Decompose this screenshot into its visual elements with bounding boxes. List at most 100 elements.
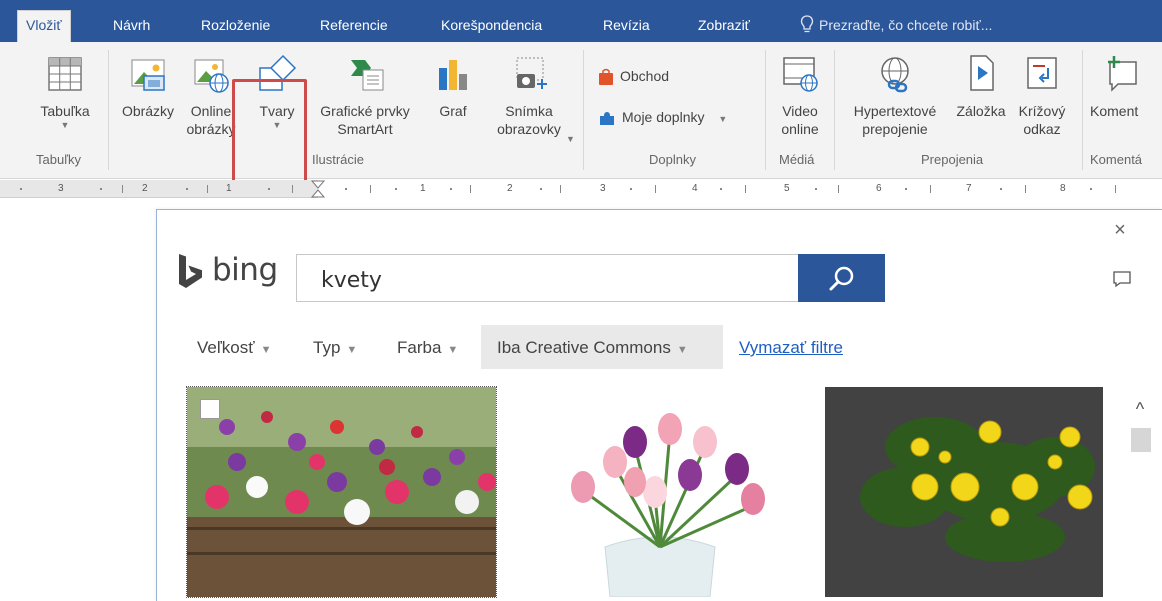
tab-review[interactable]: Revízia bbox=[603, 13, 650, 42]
ruler-mark bbox=[630, 188, 632, 190]
my-addins-label: Moje doplnky bbox=[622, 109, 705, 125]
ruler-mark bbox=[370, 185, 371, 193]
smartart-button[interactable]: Grafické prvky SmartArt bbox=[310, 54, 420, 138]
image-result[interactable] bbox=[505, 387, 816, 597]
filter-color[interactable]: Farba ▼ bbox=[397, 338, 458, 360]
search-button[interactable] bbox=[798, 254, 885, 302]
pictures-button[interactable]: Obrázky bbox=[115, 54, 181, 120]
filter-size-label: Veľkosť bbox=[197, 338, 255, 357]
ruler-mark bbox=[20, 188, 22, 190]
ruler-mark bbox=[450, 188, 452, 190]
ruler-number: 2 bbox=[142, 183, 148, 194]
close-icon[interactable]: × bbox=[1110, 220, 1130, 240]
filter-license[interactable]: Iba Creative Commons ▼ bbox=[497, 338, 688, 360]
ruler-mark bbox=[745, 185, 746, 193]
table-button[interactable]: Tabuľka ▼ bbox=[30, 54, 100, 130]
tell-me-search[interactable]: Prezraďte, čo chcete robiť... bbox=[819, 13, 992, 37]
group-label-illustrations: Ilustrácie bbox=[312, 152, 365, 167]
ruler-number: 3 bbox=[58, 183, 64, 194]
store-label: Obchod bbox=[620, 68, 670, 84]
online-pictures-button[interactable]: Online obrázky bbox=[184, 54, 238, 138]
group-label-tables: Tabuľky bbox=[36, 152, 81, 167]
ruler-mark bbox=[470, 185, 471, 193]
chevron-down-icon: ▼ bbox=[447, 344, 459, 356]
ruler-mark bbox=[1115, 185, 1116, 193]
image-result[interactable] bbox=[825, 387, 1103, 597]
ruler-mark bbox=[560, 185, 561, 193]
ruler-number: 8 bbox=[1060, 183, 1066, 194]
bing-logo-icon bbox=[179, 254, 202, 288]
flower-box-image bbox=[187, 387, 496, 597]
screenshot-button[interactable]: Snímka obrazovky bbox=[486, 54, 572, 138]
clear-filters-link[interactable]: Vymazať filtre bbox=[739, 338, 843, 358]
ruler-mark bbox=[930, 185, 931, 193]
tab-references[interactable]: Referencie bbox=[320, 13, 388, 42]
comment-button[interactable]: Koment bbox=[1090, 54, 1162, 120]
filter-type[interactable]: Typ ▼ bbox=[313, 338, 357, 360]
link-icon bbox=[881, 57, 909, 93]
video-label-2: online bbox=[781, 121, 819, 137]
horizontal-ruler[interactable]: 3 2 1 1 2 3 4 5 6 7 8 bbox=[0, 180, 1162, 198]
bookmark-icon bbox=[970, 55, 994, 91]
scroll-up-icon[interactable]: ^ bbox=[1130, 400, 1150, 418]
filter-type-label: Typ bbox=[313, 338, 341, 357]
ruler-text-area bbox=[318, 180, 1162, 198]
cross-reference-label-2: odkaz bbox=[1023, 121, 1061, 137]
ruler-number: 6 bbox=[876, 183, 882, 194]
group-divider bbox=[583, 50, 584, 170]
store-button[interactable]: Obchod bbox=[598, 66, 669, 86]
picture-icon bbox=[131, 59, 165, 91]
hyperlink-label-1: Hypertextové bbox=[853, 103, 937, 119]
chart-button[interactable]: Graf bbox=[431, 54, 475, 120]
filter-size[interactable]: Veľkosť ▼ bbox=[197, 338, 272, 360]
my-addins-button[interactable]: Moje doplnky ▼ bbox=[598, 107, 727, 129]
indent-marker-icon[interactable] bbox=[310, 180, 326, 198]
image-result[interactable] bbox=[187, 387, 496, 597]
cross-reference-button[interactable]: Krížový odkaz bbox=[1013, 54, 1071, 138]
group-label-links: Prepojenia bbox=[921, 152, 984, 167]
shapes-highlight-box bbox=[232, 79, 307, 187]
ruler-number: 4 bbox=[692, 183, 698, 194]
cross-reference-label-1: Krížový bbox=[1018, 103, 1066, 119]
ruler-number: 5 bbox=[784, 183, 790, 194]
chart-label: Graf bbox=[439, 103, 467, 119]
ruler-mark bbox=[1090, 188, 1092, 190]
filter-color-label: Farba bbox=[397, 338, 442, 357]
ruler-number: 1 bbox=[420, 183, 426, 194]
chevron-down-icon: ▼ bbox=[676, 344, 688, 356]
smartart-label-1: Grafické prvky bbox=[320, 103, 410, 119]
bookmark-label: Záložka bbox=[956, 103, 1006, 119]
hyperlink-button[interactable]: Hypertextové prepojenie bbox=[842, 54, 948, 138]
chevron-down-icon: ▼ bbox=[346, 344, 358, 356]
ruler-number: 1 bbox=[226, 183, 232, 194]
ribbon-insert-panel: Tabuľka ▼ Tabuľky Obrázky Online obrázky bbox=[0, 42, 1162, 187]
ruler-mark bbox=[720, 188, 722, 190]
bookmark-button[interactable]: Záložka bbox=[950, 54, 1012, 120]
tab-design[interactable]: Návrh bbox=[113, 13, 150, 42]
video-icon bbox=[783, 57, 818, 92]
chevron-down-icon: ▼ bbox=[566, 134, 575, 144]
ruler-mark bbox=[292, 185, 293, 193]
tab-layout[interactable]: Rozloženie bbox=[201, 13, 270, 42]
new-comment-icon bbox=[1108, 56, 1137, 92]
ruler-mark bbox=[815, 188, 817, 190]
tab-view[interactable]: Zobraziť bbox=[698, 13, 750, 42]
tab-mailings[interactable]: Korešpondencia bbox=[441, 13, 542, 42]
feedback-icon[interactable] bbox=[1112, 270, 1132, 288]
group-divider bbox=[765, 50, 766, 170]
ruler-number: 2 bbox=[507, 183, 513, 194]
search-input[interactable]: kvety bbox=[296, 254, 799, 302]
search-icon bbox=[829, 266, 854, 291]
online-video-button[interactable]: Video online bbox=[772, 54, 828, 138]
ruler-mark bbox=[1025, 185, 1026, 193]
ruler-mark bbox=[1000, 188, 1002, 190]
ribbon-tab-bar: Vložiť Návrh Rozloženie Referencie Koreš… bbox=[0, 0, 1162, 42]
tab-insert[interactable]: Vložiť bbox=[17, 10, 71, 42]
ruler-mark bbox=[395, 188, 397, 190]
online-picture-icon bbox=[194, 59, 229, 93]
screenshot-icon bbox=[516, 57, 547, 89]
screenshot-label-1: Snímka bbox=[505, 103, 553, 119]
scrollbar-thumb[interactable] bbox=[1131, 428, 1151, 452]
screenshot-label-2: obrazovky bbox=[497, 121, 561, 137]
select-checkbox[interactable] bbox=[200, 399, 220, 419]
